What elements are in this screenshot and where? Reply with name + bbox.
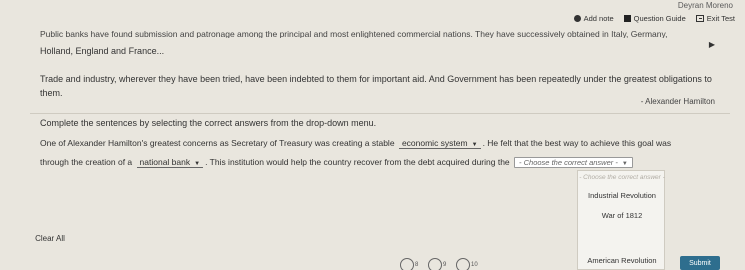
divider [30, 113, 730, 114]
passage-line-1: Holland, England and France... [40, 46, 165, 56]
menu-option-industrial-revolution[interactable]: Industrial Revolution [578, 191, 666, 200]
question-line-1: One of Alexander Hamilton's greatest con… [40, 138, 740, 149]
chevron-down-icon: ▼ [621, 161, 628, 167]
instructions: Complete the sentences by selecting the … [40, 118, 377, 128]
question-part-1: One of Alexander Hamilton's greatest con… [40, 138, 395, 148]
question-guide-button[interactable]: Question Guide [623, 14, 686, 23]
note-icon [573, 15, 581, 22]
exit-test-label: Exit Test [706, 14, 735, 23]
dropdown-menu: - Choose the correct answer - Industrial… [577, 170, 665, 270]
nav-item[interactable]: 8 [400, 258, 418, 270]
question-guide-label: Question Guide [633, 14, 686, 23]
menu-option-war-of-1812[interactable]: War of 1812 [578, 211, 666, 220]
dropdown-2-value: national bank [139, 157, 191, 167]
question-part-2: . He felt that the best way to achieve t… [482, 138, 672, 148]
passage-para-2: Trade and industry, wherever they have b… [40, 74, 712, 98]
question-part-4: . This institution would help the countr… [205, 157, 510, 167]
dropdown-economic-system[interactable]: economic system ▼ [398, 138, 481, 149]
dropdown-3-placeholder: - Choose the correct answer - [519, 158, 618, 167]
menu-option-american-revolution[interactable]: American Revolution [578, 256, 666, 265]
exit-test-button[interactable]: Exit Test [695, 14, 735, 23]
exit-icon [695, 15, 704, 22]
add-note-button[interactable]: Add note [573, 14, 614, 23]
nav-number: 9 [443, 262, 447, 268]
dropdown-national-bank[interactable]: national bank ▼ [136, 157, 204, 168]
passage-cut-line: Public banks have found submission and p… [40, 29, 668, 38]
nav-number: 8 [415, 262, 419, 268]
top-actions: Add note Question Guide Exit Test [573, 14, 735, 23]
user-name: Deyran Moreno [677, 1, 733, 10]
question-line-2: through the creation of a national bank ▼… [40, 157, 740, 168]
clear-all-button[interactable]: Clear All [30, 230, 70, 246]
question-navigation: 8 9 10 [400, 258, 478, 270]
nav-item[interactable]: 9 [428, 258, 446, 270]
chevron-down-icon: ▼ [194, 161, 201, 167]
nav-item[interactable]: 10 [456, 258, 478, 270]
guide-icon [623, 15, 631, 22]
add-note-label: Add note [583, 14, 614, 23]
chevron-down-icon: ▼ [471, 142, 478, 148]
nav-number: 10 [471, 262, 478, 268]
menu-placeholder: - Choose the correct answer - [579, 174, 665, 181]
submit-button[interactable]: Submit [680, 256, 720, 270]
attribution: - Alexander Hamilton [640, 97, 715, 106]
passage: Holland, England and France... Trade and… [40, 44, 720, 114]
question-part-3: through the creation of a [40, 157, 133, 167]
dropdown-1-value: economic system [401, 138, 468, 148]
dropdown-debt-source[interactable]: - Choose the correct answer - ▼ [514, 157, 633, 168]
